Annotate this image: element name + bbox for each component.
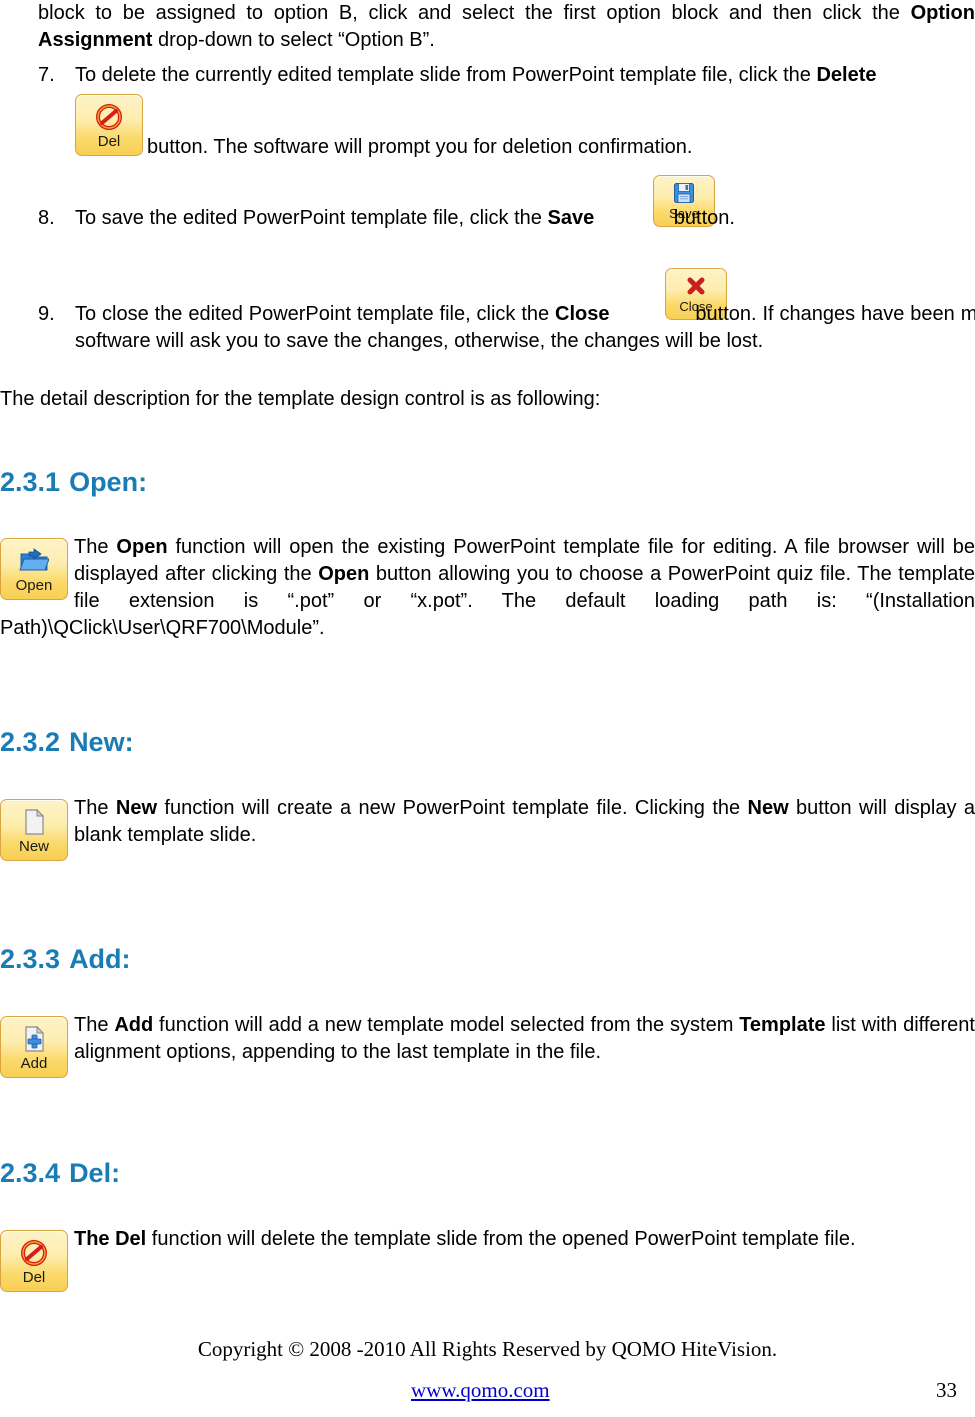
section-title-2-3-1: Open: <box>69 467 148 497</box>
section-2-3-2-paragraph: The New function will create a new Power… <box>0 795 975 849</box>
del-button-caption: Del <box>97 133 121 150</box>
red-x-icon <box>666 272 726 300</box>
section-heading-2-3-1: 2.3.1 Open: <box>0 466 147 498</box>
list-item-7-text-before: To delete the currently edited template … <box>75 64 817 86</box>
seg-text: The <box>74 797 116 819</box>
seg-text: function will create a new PowerPoint te… <box>157 797 748 819</box>
section-body-2-3-1: Open The Open function will open the exi… <box>0 534 975 642</box>
section-heading-2-3-3: 2.3.3 Add: <box>0 943 131 975</box>
add-button-caption: Add <box>20 1055 48 1072</box>
list-item-9-text-before: To close the edited PowerPoint template … <box>75 303 556 325</box>
section-number-2-3-3: 2.3.3 <box>0 944 61 974</box>
open-button[interactable]: Open <box>0 538 68 600</box>
seg-bold: Open <box>318 563 370 585</box>
section-2-3-4-paragraph: The Del function will delete the templat… <box>0 1226 975 1253</box>
del-button-section-caption: Del <box>22 1269 46 1286</box>
new-button-caption: New <box>18 838 49 855</box>
section-title-2-3-2: New: <box>69 727 134 757</box>
list-item-7-bold-term: Delete <box>816 64 877 86</box>
del-button[interactable]: Del <box>75 94 143 156</box>
seg-bold: Add <box>114 1014 154 1036</box>
del-button-section[interactable]: Del <box>0 1230 68 1292</box>
list-item-8-text-before: To save the edited PowerPoint template f… <box>75 207 548 229</box>
list-item-8-number: 8. <box>38 207 55 229</box>
top-paragraph-line1: block to be assigned to option B, click … <box>38 2 900 24</box>
intro-paragraph: The detail description for the template … <box>0 388 601 410</box>
list-item-9: Close 9. To close the edited PowerPoint … <box>0 268 975 355</box>
add-button[interactable]: Add <box>0 1016 68 1078</box>
section-body-2-3-4: Del The Del function will delete the tem… <box>0 1226 975 1292</box>
footer-copyright: Copyright © 2008 -2010 All Rights Reserv… <box>197 1337 778 1361</box>
floppy-disk-icon <box>654 179 714 207</box>
section-number-2-3-4: 2.3.4 <box>0 1158 61 1188</box>
list-item-7-number: 7. <box>38 64 55 86</box>
seg-text: The <box>74 536 117 558</box>
list-item-9-number: 9. <box>38 303 55 325</box>
page-footer: Copyright © 2008 -2010 All Rights Reserv… <box>0 1331 975 1417</box>
list-item-8-bold-term: Save <box>547 207 595 229</box>
section-2-3-3-paragraph: The Add function will add a new template… <box>0 1012 975 1066</box>
seg-text: function will add a new template model s… <box>153 1014 740 1036</box>
section-2-3-1-paragraph: The Open function will open the existing… <box>0 534 975 642</box>
list-item-9-bold-term: Close <box>555 303 610 325</box>
section-number-2-3-2: 2.3.2 <box>0 727 61 757</box>
list-item-8-text-after: button. <box>668 207 735 229</box>
seg-text: function will delete the template slide … <box>146 1228 856 1250</box>
no-entry-icon <box>1 1236 67 1270</box>
footer-page-number: 33 <box>936 1378 957 1402</box>
top-continued-paragraph: block to be assigned to option B, click … <box>38 0 975 54</box>
seg-bold: New <box>115 797 157 819</box>
section-heading-2-3-2: 2.3.2 New: <box>0 726 134 758</box>
footer-website-link[interactable]: www.qomo.com <box>411 1378 550 1403</box>
section-title-2-3-3: Add: <box>69 944 131 974</box>
no-entry-icon <box>76 100 142 134</box>
list-item-8: Save 8. To save the edited PowerPoint te… <box>0 175 975 255</box>
document-page: block to be assigned to option B, click … <box>0 0 975 1417</box>
open-button-caption: Open <box>15 577 53 594</box>
open-folder-icon <box>1 544 67 578</box>
seg-bold: Template <box>739 1014 826 1036</box>
new-button[interactable]: New <box>0 799 68 861</box>
section-number-2-3-1: 2.3.1 <box>0 467 61 497</box>
section-heading-2-3-4: 2.3.4 Del: <box>0 1157 120 1189</box>
top-paragraph-line2: drop-down to select “Option B”. <box>152 29 435 51</box>
page-plus-icon <box>1 1022 67 1056</box>
section-body-2-3-2: New The New function will create a new P… <box>0 795 975 861</box>
seg-text: The <box>74 1014 115 1036</box>
blank-page-icon <box>1 805 67 839</box>
list-item-7-text-after: button. The software will prompt you for… <box>147 136 693 158</box>
seg-bold: The Del <box>74 1228 147 1250</box>
list-item-7: 7. To delete the currently edited templa… <box>0 62 975 167</box>
seg-bold: Open <box>116 536 168 558</box>
seg-bold: New <box>747 797 789 819</box>
section-body-2-3-3: Add The Add function will add a new temp… <box>0 1012 975 1078</box>
section-title-2-3-4: Del: <box>69 1158 121 1188</box>
